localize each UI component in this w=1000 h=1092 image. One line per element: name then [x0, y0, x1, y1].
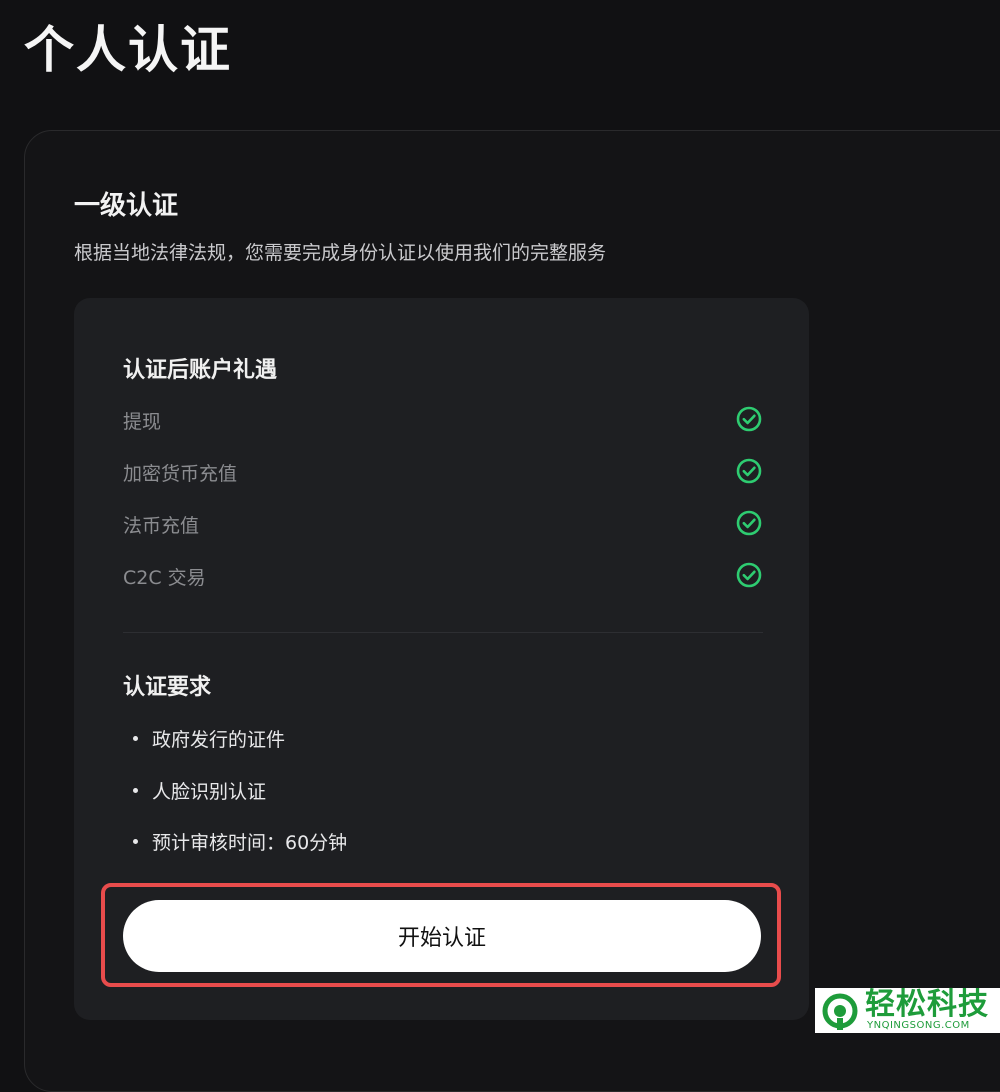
- check-circle-icon: [736, 562, 762, 588]
- benefit-row: 加密货币充值: [123, 455, 763, 489]
- benefit-row: 提现: [123, 403, 763, 437]
- watermark-logo-icon: [822, 993, 858, 1030]
- bullet: [133, 839, 138, 844]
- start-verification-button[interactable]: 开始认证: [123, 900, 761, 972]
- benefit-row: C2C 交易: [123, 559, 763, 593]
- watermark-site: YNQINGSONG.COM: [867, 1020, 970, 1031]
- level-description: 根据当地法律法规，您需要完成身份认证以使用我们的完整服务: [74, 242, 607, 264]
- check-circle-icon: [736, 458, 762, 484]
- level-title: 一级认证: [74, 191, 179, 221]
- bullet: [133, 736, 138, 741]
- benefit-row: 法币充值: [123, 507, 763, 541]
- benefits-title: 认证后账户礼遇: [123, 358, 278, 383]
- benefit-label: 加密货币充值: [123, 463, 238, 485]
- requirement-item: 政府发行的证件: [133, 725, 285, 752]
- benefit-label: C2C 交易: [123, 567, 206, 589]
- check-circle-icon: [736, 510, 762, 536]
- section-divider: [123, 632, 763, 633]
- requirements-title: 认证要求: [123, 675, 212, 700]
- requirement-item: 预计审核时间：60分钟: [133, 828, 347, 855]
- page-title: 个人认证: [24, 21, 232, 79]
- benefit-label: 法币充值: [123, 515, 200, 537]
- bullet: [133, 788, 138, 793]
- check-circle-icon: [736, 406, 762, 432]
- requirement-item: 人脸识别认证: [133, 777, 266, 804]
- requirement-text: 预计审核时间：60分钟: [152, 832, 348, 854]
- watermark-name: 轻松科技: [865, 987, 989, 1022]
- watermark: 轻松科技 YNQINGSONG.COM: [815, 988, 1000, 1033]
- benefit-label: 提现: [123, 411, 162, 433]
- requirement-text: 政府发行的证件: [152, 729, 286, 751]
- requirement-text: 人脸识别认证: [152, 781, 267, 803]
